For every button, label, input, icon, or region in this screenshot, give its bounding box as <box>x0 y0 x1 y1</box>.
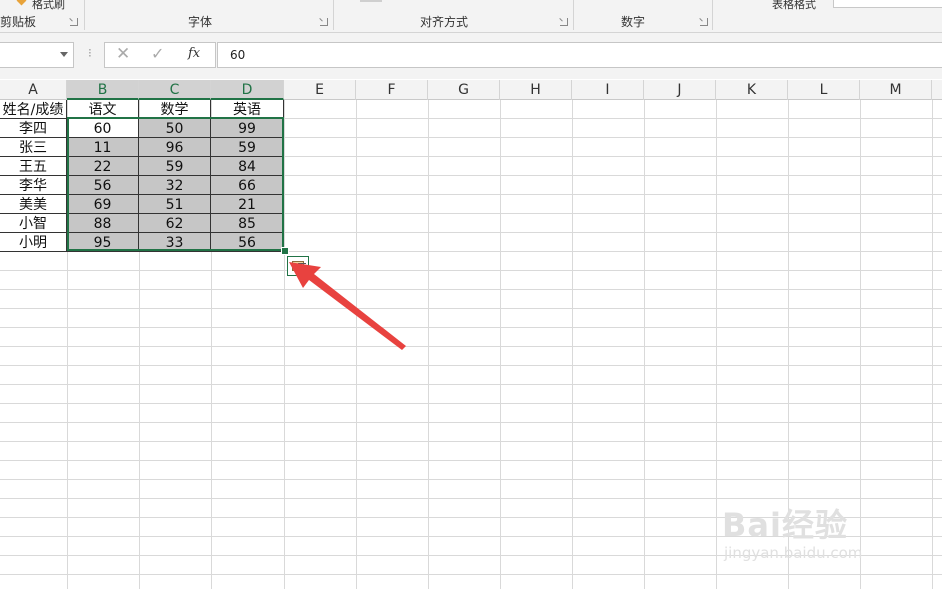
watermark-url: jingyan.baidu.com <box>724 544 863 562</box>
arrow-shape <box>289 262 406 350</box>
watermark-logo: Bai经验 <box>722 506 848 544</box>
watermark: Bai经验 jingyan.baidu.com <box>722 500 862 562</box>
